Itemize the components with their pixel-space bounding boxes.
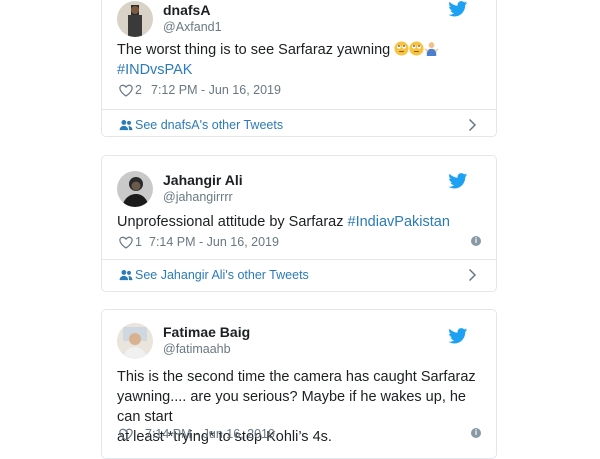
chevron-right-icon[interactable] <box>467 118 477 132</box>
hashtag-link[interactable]: #INDvsPAK <box>117 62 192 78</box>
avatar[interactable] <box>117 1 153 37</box>
people-icon <box>119 270 133 281</box>
tweet-card-fatimae-baig: Fatimae Baig @fatimaahb This is the seco… <box>101 309 497 459</box>
tweet-meta: 1 7:14 PM - Jun 16, 2019 i <box>117 234 481 252</box>
tweet-header: Fatimae Baig @fatimaahb <box>117 323 483 359</box>
display-name[interactable]: dnafsA <box>163 2 210 18</box>
twitter-bird-icon[interactable] <box>448 173 468 189</box>
display-name[interactable]: Fatimae Baig <box>163 324 250 340</box>
tweet-meta: 7:14 PM - Jun 16, 2019 i <box>117 426 481 444</box>
see-other-tweets-label[interactable]: See Jahangir Ali's other Tweets <box>135 268 309 282</box>
tweet-header: dnafsA @Axfand1 <box>117 1 483 37</box>
display-name[interactable]: Jahangir Ali <box>163 172 243 188</box>
people-icon <box>119 120 133 131</box>
face-with-rolling-eyes-icon <box>409 41 424 56</box>
see-other-tweets-link[interactable]: See dnafsA's other Tweets <box>117 117 481 135</box>
tweet-card-jahangir-ali: Jahangir Ali @jahangirrrr Unprofessional… <box>101 155 497 292</box>
twitter-bird-icon[interactable] <box>448 328 468 344</box>
tweet-timestamp[interactable]: 7:14 PM - Jun 16, 2019 <box>145 427 275 441</box>
tweet-timestamp[interactable]: 7:14 PM - Jun 16, 2019 <box>149 235 279 249</box>
tweet-text: Unprofessional attitude by Sarfaraz #Ind… <box>117 214 450 230</box>
face-with-rolling-eyes-icon <box>394 41 409 56</box>
twitter-bird-icon[interactable] <box>448 1 468 17</box>
like-count: 2 <box>135 83 142 97</box>
see-other-tweets-link[interactable]: See Jahangir Ali's other Tweets <box>117 267 481 285</box>
tweet-timestamp[interactable]: 7:12 PM - Jun 16, 2019 <box>151 83 281 97</box>
heart-icon[interactable] <box>119 428 133 441</box>
hashtag-link[interactable]: #IndiavPakistan <box>348 214 450 230</box>
like-count: 1 <box>135 235 142 249</box>
person-shrugging-icon <box>424 42 439 56</box>
tweet-text-line: yawning.... are you serious? Maybe if he… <box>117 389 466 425</box>
info-icon[interactable]: i <box>471 236 481 246</box>
tweet-text-line: This is the second time the camera has c… <box>117 369 476 385</box>
tweet-text: The worst thing is to see Sarfaraz yawni… <box>117 40 478 80</box>
heart-icon[interactable] <box>119 84 133 97</box>
chevron-right-icon[interactable] <box>467 268 477 282</box>
user-handle[interactable]: @fatimaahb <box>163 342 231 356</box>
tweet-meta: 2 7:12 PM - Jun 16, 2019 <box>117 82 481 100</box>
avatar[interactable] <box>117 171 153 207</box>
avatar[interactable] <box>117 323 153 359</box>
user-handle[interactable]: @jahangirrrr <box>163 190 233 204</box>
heart-icon[interactable] <box>119 236 133 249</box>
see-other-tweets-label[interactable]: See dnafsA's other Tweets <box>135 118 283 132</box>
card-divider <box>102 259 496 260</box>
tweet-header: Jahangir Ali @jahangirrrr <box>117 171 483 207</box>
card-divider <box>102 109 496 110</box>
tweet-card-dnafsa: dnafsA @Axfand1 The worst thing is to se… <box>101 0 497 137</box>
info-icon[interactable]: i <box>471 428 481 438</box>
user-handle[interactable]: @Axfand1 <box>163 20 222 34</box>
